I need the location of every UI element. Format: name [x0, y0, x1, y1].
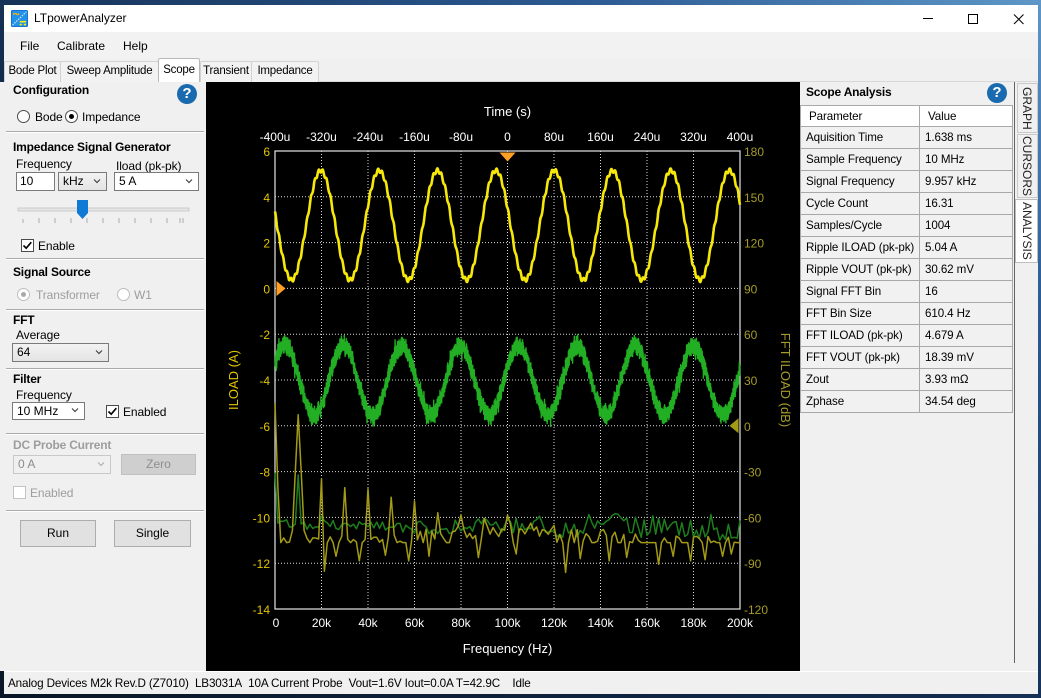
svg-text:-320u: -320u	[306, 130, 337, 144]
svg-text:0: 0	[504, 130, 511, 144]
svg-text:80k: 80k	[451, 616, 471, 630]
svg-text:-2: -2	[259, 328, 270, 342]
svg-text:200k: 200k	[727, 616, 754, 630]
svg-text:-10: -10	[253, 511, 271, 525]
svg-text:120: 120	[744, 237, 764, 251]
svg-text:-8: -8	[259, 466, 270, 480]
svg-text:80u: 80u	[544, 130, 564, 144]
svg-text:0: 0	[263, 282, 270, 296]
svg-text:-80u: -80u	[449, 130, 473, 144]
svg-text:-240u: -240u	[353, 130, 384, 144]
svg-text:-14: -14	[253, 603, 271, 617]
svg-text:400u: 400u	[727, 130, 754, 144]
svg-text:0: 0	[273, 616, 280, 630]
svg-text:FFT ILOAD (dB): FFT ILOAD (dB)	[778, 333, 793, 427]
svg-text:240u: 240u	[634, 130, 661, 144]
svg-text:150: 150	[744, 191, 764, 205]
svg-text:-12: -12	[253, 557, 271, 571]
svg-text:320u: 320u	[680, 130, 707, 144]
svg-text:Frequency (Hz): Frequency (Hz)	[463, 641, 553, 656]
svg-text:140k: 140k	[587, 616, 614, 630]
svg-text:180k: 180k	[680, 616, 707, 630]
svg-text:4: 4	[263, 191, 270, 205]
svg-text:-60: -60	[744, 511, 762, 525]
svg-text:-6: -6	[259, 420, 270, 434]
svg-text:0: 0	[744, 420, 751, 434]
svg-text:180: 180	[744, 145, 764, 159]
svg-text:120k: 120k	[541, 616, 568, 630]
svg-text:-4: -4	[259, 374, 270, 388]
svg-text:160u: 160u	[587, 130, 614, 144]
svg-text:60k: 60k	[405, 616, 425, 630]
svg-text:160k: 160k	[634, 616, 661, 630]
svg-text:40k: 40k	[358, 616, 378, 630]
svg-text:6: 6	[263, 145, 270, 159]
svg-text:-160u: -160u	[399, 130, 430, 144]
svg-text:-90: -90	[744, 557, 762, 571]
svg-text:20k: 20k	[312, 616, 332, 630]
svg-text:Time (s): Time (s)	[484, 104, 531, 119]
svg-text:2: 2	[263, 237, 270, 251]
svg-text:60: 60	[744, 328, 758, 342]
svg-text:-30: -30	[744, 466, 762, 480]
svg-text:90: 90	[744, 282, 758, 296]
svg-text:-120: -120	[744, 603, 768, 617]
svg-text:-400u: -400u	[260, 130, 291, 144]
svg-text:100k: 100k	[494, 616, 521, 630]
svg-text:30: 30	[744, 374, 758, 388]
svg-text:ILOAD (A): ILOAD (A)	[226, 350, 241, 410]
